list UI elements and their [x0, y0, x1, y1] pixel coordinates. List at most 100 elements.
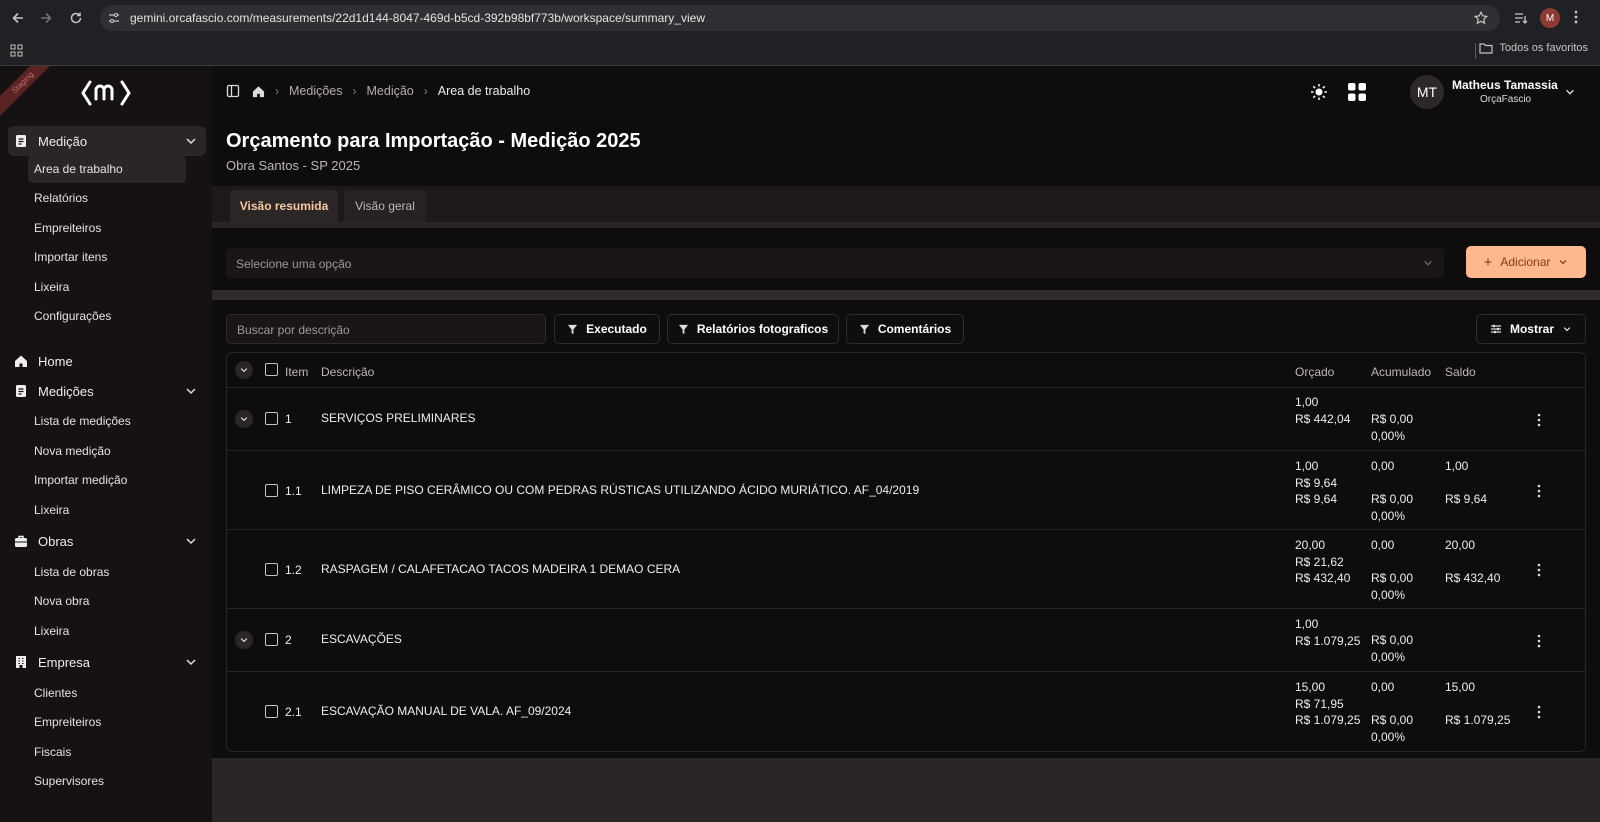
chevron-down-icon [186, 659, 196, 666]
chevron-down-icon [186, 388, 196, 395]
row-menu-icon[interactable] [1533, 633, 1545, 649]
sidebar-item-empreiteiros[interactable]: Empreiteiros [28, 214, 186, 242]
theme-toggle-icon[interactable] [1310, 83, 1328, 101]
user-menu-chevron-icon[interactable] [1564, 86, 1576, 98]
table-row[interactable]: 1.2 RASPAGEM / CALAFETACAO TACOS MADEIRA… [227, 529, 1585, 608]
reading-list-icon[interactable] [1514, 11, 1528, 25]
column-header-acumulado[interactable]: Acumulado [1371, 365, 1431, 379]
add-button[interactable]: + Adicionar [1466, 246, 1586, 278]
tab-visao-resumida[interactable]: Visão resumida [230, 190, 338, 222]
row-checkbox[interactable] [265, 412, 278, 425]
sidebar-item-lixeira-obras[interactable]: Lixeira [28, 617, 186, 645]
sidebar: Staging Medição Area de trabalho Relatór… [0, 66, 212, 822]
sidebar-item-lista-de-medicoes[interactable]: Lista de medições [28, 407, 186, 435]
sidebar-group-label: Empresa [38, 654, 91, 670]
sidebar-group-home[interactable]: Home [8, 346, 206, 376]
acumulado-percent: 0,00% [1371, 729, 1406, 744]
saldo-spacer [1445, 475, 1487, 492]
bookmark-star-icon[interactable] [1474, 11, 1488, 25]
profile-avatar[interactable]: M [1540, 8, 1560, 28]
all-bookmarks-label: Todos os favoritos [1499, 42, 1588, 54]
sidebar-group-medicao[interactable]: Medição [8, 126, 206, 156]
sidebar-item-area-de-trabalho[interactable]: Area de trabalho [28, 155, 186, 183]
browser-menu-icon[interactable] [1574, 10, 1578, 24]
sidebar-item-lixeira-medicoes[interactable]: Lixeira [28, 496, 186, 524]
saldo-value: R$ 9,64 [1445, 492, 1488, 506]
row-checkbox[interactable] [265, 705, 278, 718]
breadcrumb-medicao[interactable]: Medição [367, 84, 414, 98]
select-all-checkbox[interactable] [265, 363, 278, 376]
forward-icon[interactable] [36, 8, 56, 28]
option-select[interactable]: Selecione uma opção [226, 248, 1444, 278]
filter-executado-button[interactable]: Executado [554, 314, 660, 344]
table-row[interactable]: 2 ESCAVAÇÕES 1,00 R$ 1.079,25 R$ 0,00 0,00… [227, 608, 1585, 671]
filter-relatorios-button[interactable]: Relatórios fotograficos [667, 314, 839, 344]
reload-icon[interactable] [66, 8, 86, 28]
row-menu-icon[interactable] [1533, 483, 1545, 499]
sidebar-group-label: Obras [38, 533, 74, 549]
filter-comentarios-button[interactable]: Comentários [846, 314, 964, 344]
sidebar-group-obras[interactable]: Obras [8, 526, 206, 556]
acumulado-cell: R$ 0,00 0,00% [1371, 411, 1413, 444]
user-avatar[interactable]: MT [1410, 75, 1444, 109]
acumulado-value: R$ 0,00 [1371, 412, 1414, 426]
saldo-quantity: 20,00 [1445, 538, 1476, 552]
row-description: ESCAVAÇÕES [321, 632, 402, 646]
orcado-total: R$ 9,64 [1295, 492, 1338, 506]
sidebar-item-supervisores[interactable]: Supervisores [28, 767, 186, 795]
column-header-item[interactable]: Item [285, 365, 308, 379]
row-checkbox[interactable] [265, 484, 278, 497]
show-columns-button[interactable]: Mostrar [1476, 314, 1586, 344]
row-checkbox[interactable] [265, 563, 278, 576]
chevron-down-icon [1563, 327, 1571, 332]
column-header-descricao[interactable]: Descrição [321, 365, 374, 379]
row-menu-icon[interactable] [1533, 562, 1545, 578]
sidebar-item-relatorios[interactable]: Relatórios [28, 184, 186, 212]
sidebar-item-lista-de-obras[interactable]: Lista de obras [28, 558, 186, 586]
user-name[interactable]: Matheus Tamassia [1452, 78, 1558, 92]
table-row[interactable]: 1 SERVIÇOS PRELIMINARES 1,00 R$ 442,04 R$… [227, 387, 1585, 450]
collapse-row-icon[interactable] [235, 631, 253, 649]
row-menu-icon[interactable] [1533, 412, 1545, 428]
acumulado-value: R$ 0,00 [1371, 571, 1414, 585]
sidebar-item-importar-medicao[interactable]: Importar medição [28, 466, 186, 494]
row-description: LIMPEZA DE PISO CERÂMICO OU COM PEDRAS R… [321, 483, 920, 497]
breadcrumb: › Medições › Medição › Area de trabalho [252, 84, 530, 98]
orcado-total: R$ 1.079,25 [1295, 633, 1361, 648]
column-header-orcado[interactable]: Orçado [1295, 365, 1334, 379]
back-icon[interactable] [8, 8, 28, 28]
row-checkbox[interactable] [265, 633, 278, 646]
breadcrumb-medicoes[interactable]: Medições [289, 84, 343, 98]
apps-grid-icon[interactable] [1347, 82, 1367, 102]
sidebar-item-lixeira[interactable]: Lixeira [28, 273, 186, 301]
breadcrumb-current: Area de trabalho [437, 84, 531, 98]
sidebar-item-configuracoes[interactable]: Configurações [28, 302, 186, 330]
sidebar-item-nova-obra[interactable]: Nova obra [28, 587, 186, 615]
sidebar-item-importar-itens[interactable]: Importar itens [28, 243, 186, 271]
site-info-icon[interactable] [108, 12, 120, 24]
sidebar-group-empresa[interactable]: Empresa [8, 647, 206, 677]
sidebar-item-nova-medicao[interactable]: Nova medição [28, 437, 186, 465]
expand-all-icon[interactable] [235, 361, 253, 379]
apps-grid-icon[interactable] [10, 44, 23, 57]
table-row[interactable]: 1.1 LIMPEZA DE PISO CERÂMICO OU COM PEDR… [227, 450, 1585, 529]
column-header-saldo[interactable]: Saldo [1445, 365, 1476, 379]
sidebar-group-medicoes[interactable]: Medições [8, 376, 206, 406]
search-input[interactable]: Buscar por descrição [226, 314, 546, 344]
sidebar-item-fiscais[interactable]: Fiscais [28, 738, 186, 766]
tab-visao-geral[interactable]: Visão geral [344, 190, 426, 222]
sidebar-toggle-icon[interactable] [226, 84, 240, 98]
home-icon[interactable] [252, 85, 265, 98]
row-menu-icon[interactable] [1533, 704, 1545, 720]
sidebar-item-empreiteiros-empresa[interactable]: Empreiteiros [28, 708, 186, 736]
url-text[interactable]: gemini.orcafascio.com/measurements/22d1d… [130, 11, 705, 25]
collapse-row-icon[interactable] [235, 410, 253, 428]
all-bookmarks-button[interactable]: Todos os favoritos [1479, 42, 1588, 54]
orcado-quantity: 1,00 [1295, 459, 1319, 473]
orcado-cell: 1,00 R$ 1.079,25 [1295, 616, 1360, 649]
app-logo[interactable] [80, 78, 132, 108]
saldo-quantity: 1,00 [1445, 459, 1469, 473]
address-bar[interactable]: gemini.orcafascio.com/measurements/22d1d… [100, 5, 1500, 31]
table-row[interactable]: 2.1 ESCAVAÇÃO MANUAL DE VALA. AF_09/2024… [227, 671, 1585, 751]
sidebar-item-clientes[interactable]: Clientes [28, 679, 186, 707]
